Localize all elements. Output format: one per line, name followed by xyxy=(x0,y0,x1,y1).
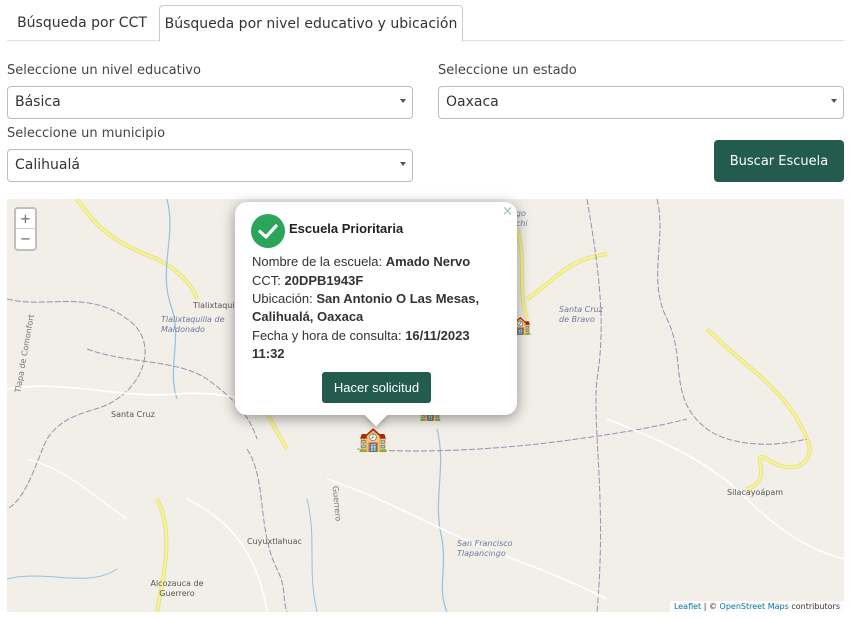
popup-cct: CCT: 20DPB1943F xyxy=(252,272,363,290)
close-icon[interactable]: × xyxy=(502,204,513,219)
municipio-select[interactable]: Calihualá xyxy=(7,149,413,182)
tab-busqueda-cct[interactable]: Búsqueda por CCT xyxy=(7,5,157,41)
estado-value: Oaxaca xyxy=(446,94,499,110)
place-silacayoapam: Silacayoápam xyxy=(727,488,784,497)
leaflet-link[interactable]: Leaflet xyxy=(674,602,701,611)
municipio-value: Calihualá xyxy=(15,157,80,173)
place-santa-cruz-bravo: Santa Cruz de Bravo xyxy=(559,305,603,324)
chevron-down-icon xyxy=(400,162,406,166)
cct-value: 20DPB1943F xyxy=(284,273,364,288)
ubicacion-value-2: Calihualá, Oaxaca xyxy=(252,309,364,324)
place-san-francisco: San Francisco Tlapancingo xyxy=(457,539,513,558)
estado-select[interactable]: Oaxaca xyxy=(438,86,844,119)
place-tlalixtaqui: Tlalixtaqui xyxy=(193,301,235,310)
municipio-label: Seleccione un municipio xyxy=(7,126,166,141)
place-santa-cruz: Santa Cruz xyxy=(111,410,155,419)
popup-fecha-cont: 11:32 xyxy=(252,345,285,363)
nivel-educativo-value: Básica xyxy=(15,94,61,110)
map-attribution: Leaflet | © OpenStreet Maps contributors xyxy=(669,601,844,612)
attribution-contributors: contributors xyxy=(788,602,840,611)
tab-busqueda-nivel-ubicacion[interactable]: Búsqueda por nivel educativo y ubicación xyxy=(159,5,463,42)
popup-ubicacion: Ubicación: San Antonio O Las Mesas, xyxy=(252,290,479,308)
school-popup: × Escuela Prioritaria Nombre de la escue… xyxy=(235,202,517,427)
hacer-solicitud-button[interactable]: Hacer solicitud xyxy=(322,372,431,403)
popup-fecha: Fecha y hora de consulta: 16/11/2023 xyxy=(252,327,470,345)
tab-bar: Búsqueda por CCT Búsqueda por nivel educ… xyxy=(7,5,844,42)
chevron-down-icon xyxy=(400,99,406,103)
popup-title: Escuela Prioritaria xyxy=(289,221,404,236)
zoom-control: + − xyxy=(14,207,37,251)
zoom-out-button[interactable]: − xyxy=(16,229,35,249)
osm-link[interactable]: OpenStreet Maps xyxy=(720,602,789,611)
place-cuyuxtlahuac: Cuyuxtlahuac xyxy=(247,537,302,546)
ubicacion-value-1: San Antonio O Las Mesas, xyxy=(316,291,480,306)
place-alcozauca: Alcozauca de Guerrero xyxy=(150,579,204,598)
popup-nombre: Nombre de la escuela: Amado Nervo xyxy=(252,253,470,271)
buscar-escuela-button[interactable]: Buscar Escuela xyxy=(714,140,844,182)
cct-label: CCT: xyxy=(252,273,285,288)
fecha-value-2: 11:32 xyxy=(252,346,285,361)
school-marker-selected-icon[interactable]: 🏫 xyxy=(358,427,388,451)
nivel-educativo-select[interactable]: Básica xyxy=(7,86,413,119)
popup-ubicacion-cont: Calihualá, Oaxaca xyxy=(252,308,363,326)
ubicacion-label: Ubicación: xyxy=(252,291,317,306)
fecha-value-1: 16/11/2023 xyxy=(405,328,470,343)
nombre-value: Amado Nervo xyxy=(385,254,471,269)
fecha-label: Fecha y hora de consulta: xyxy=(252,328,406,343)
place-tlalixtaquilla: Tlalixtaquilla de Maldonado xyxy=(161,315,225,334)
nombre-label: Nombre de la escuela: xyxy=(252,254,386,269)
chevron-down-icon xyxy=(831,99,837,103)
check-circle-icon xyxy=(251,214,285,248)
nivel-educativo-label: Seleccione un nivel educativo xyxy=(7,63,201,78)
attribution-separator: | © xyxy=(701,602,720,611)
zoom-in-button[interactable]: + xyxy=(16,209,35,229)
estado-label: Seleccione un estado xyxy=(438,63,577,78)
